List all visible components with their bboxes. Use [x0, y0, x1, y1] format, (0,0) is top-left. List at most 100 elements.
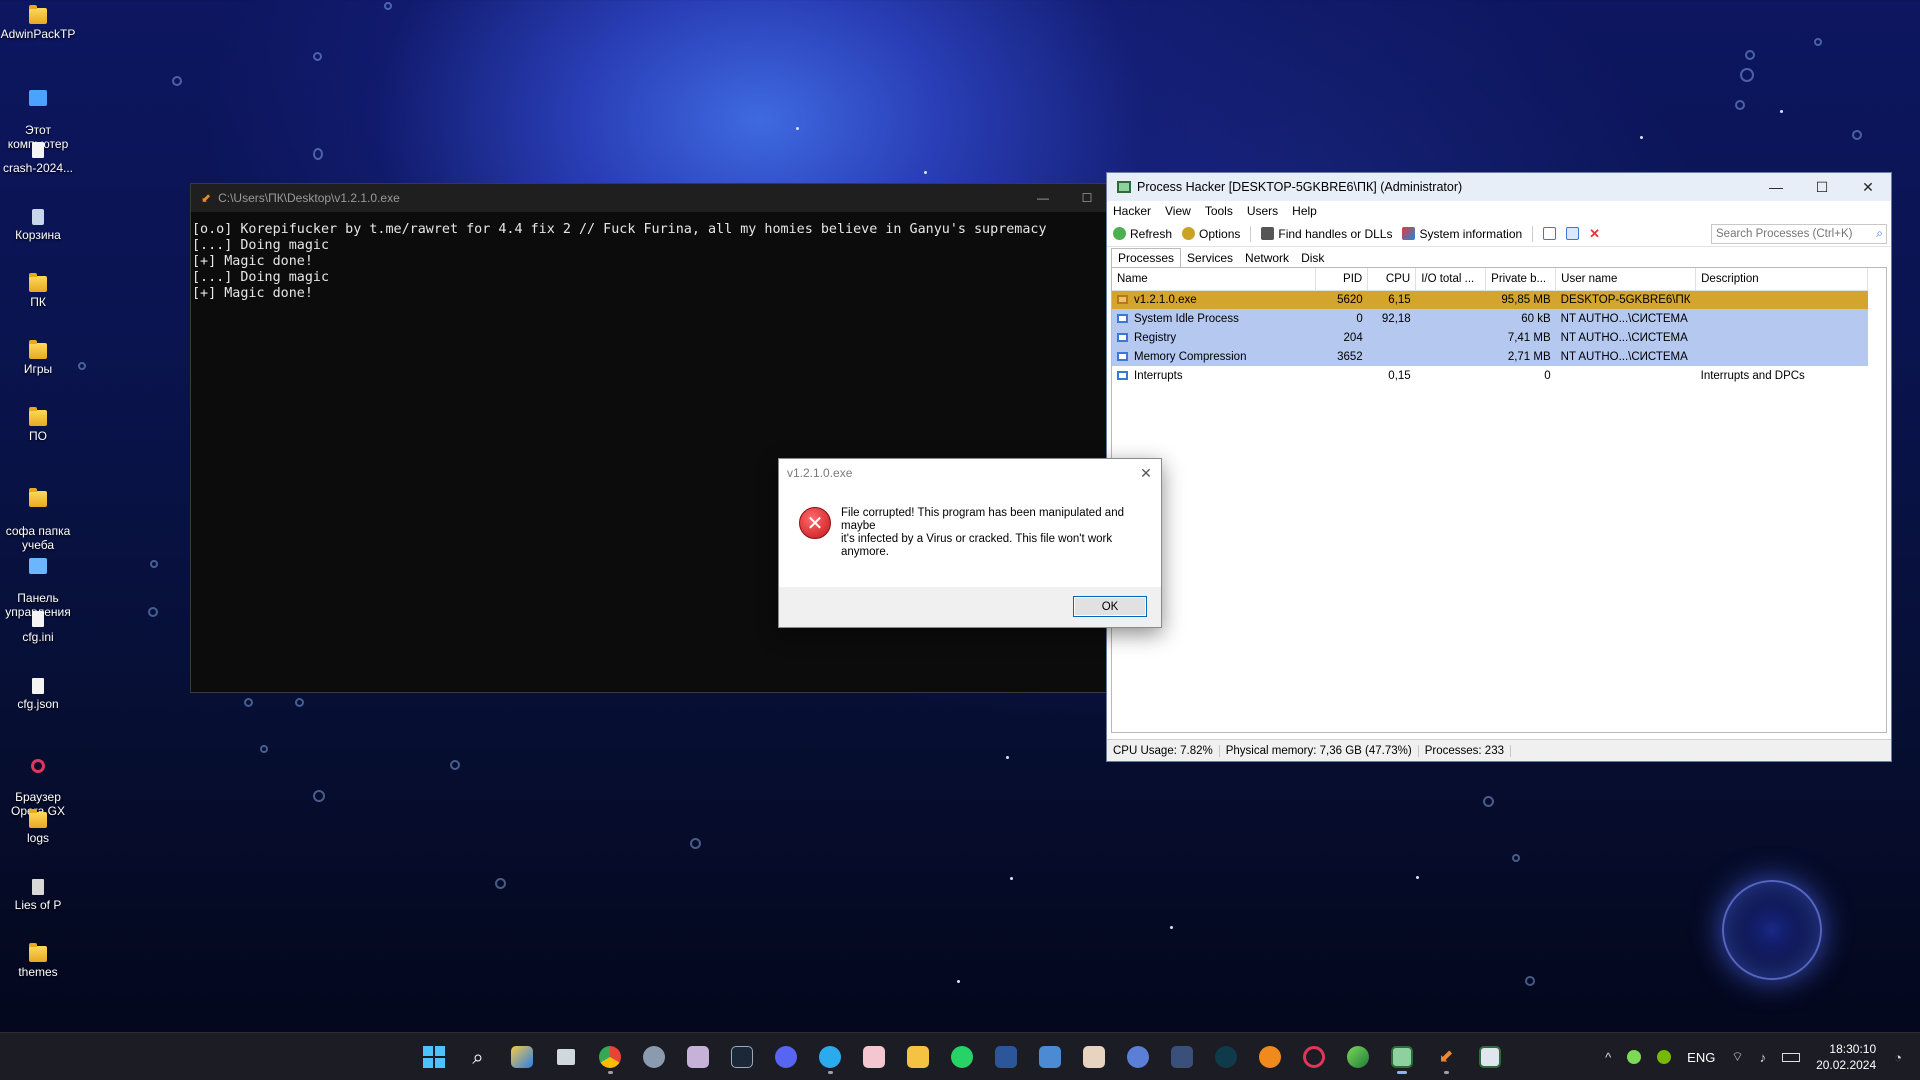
desktop-icon-themes[interactable]: themes — [0, 943, 76, 979]
search-box[interactable]: ⌕ — [1711, 223, 1887, 244]
tab-services[interactable]: Services — [1181, 249, 1239, 267]
desktop-icon-opera-gx[interactable]: Браузер Opera GX — [0, 745, 76, 818]
process-hacker-icon — [1117, 181, 1131, 193]
menu-view[interactable]: View — [1165, 204, 1191, 218]
app-icon — [863, 1046, 885, 1068]
desktop-icon-cfg-ini[interactable]: cfg.ini — [0, 611, 76, 644]
cell-cpu — [1367, 328, 1416, 347]
window-icon[interactable] — [1543, 227, 1557, 240]
process-hacker-window[interactable]: Process Hacker [DESKTOP-5GKBRE6\ПК] (Adm… — [1106, 172, 1892, 762]
language-indicator[interactable]: ENG — [1687, 1050, 1715, 1065]
minimize-button[interactable]: — — [1021, 191, 1065, 205]
taskbar-stats-app[interactable] — [1164, 1039, 1200, 1075]
column-io-total[interactable]: I/O total ... — [1415, 268, 1487, 291]
taskbar-green-app[interactable] — [1340, 1039, 1376, 1075]
options-button[interactable]: Options — [1182, 227, 1240, 241]
desktop-icon-lies-of-p[interactable]: Lies of P — [0, 879, 76, 912]
column-description[interactable]: Description — [1695, 268, 1868, 291]
refresh-button[interactable]: Refresh — [1113, 227, 1172, 241]
close-button[interactable]: ✕ — [1845, 179, 1891, 196]
taskbar-character-app[interactable] — [1076, 1039, 1112, 1075]
menu-tools[interactable]: Tools — [1205, 204, 1233, 218]
taskbar-discord[interactable] — [768, 1039, 804, 1075]
desktop-icon-games[interactable]: Игры — [0, 340, 76, 376]
taskbar-anime-app[interactable] — [856, 1039, 892, 1075]
terminate-icon[interactable]: ✕ — [1589, 227, 1602, 240]
taskbar-chrome[interactable] — [592, 1039, 628, 1075]
file-icon — [32, 678, 44, 694]
tab-processes[interactable]: Processes — [1111, 248, 1182, 267]
taskbar-opera-gx[interactable] — [1296, 1039, 1332, 1075]
taskbar-steam-like[interactable] — [724, 1039, 760, 1075]
desktop-icon-cfg-json[interactable]: cfg.json — [0, 678, 76, 711]
taskbar-widgets[interactable] — [504, 1039, 540, 1075]
clock[interactable]: 18:30:10 20.02.2024 — [1816, 1041, 1876, 1073]
desktop-icon-pk[interactable]: ПК — [0, 273, 76, 309]
taskbar-explorer[interactable] — [900, 1039, 936, 1075]
desktop-icon-recycle-bin[interactable]: Корзина — [0, 209, 76, 242]
minimize-button[interactable]: — — [1753, 179, 1799, 196]
taskbar-window-app[interactable] — [1472, 1039, 1508, 1075]
desktop-icon-po[interactable]: ПО — [0, 407, 76, 443]
console-titlebar[interactable]: ⬋ C:\Users\ПК\Desktop\v1.2.1.0.exe — ☐ — [191, 184, 1109, 212]
taskbar-task-view[interactable] — [548, 1039, 584, 1075]
desktop-icon-logs[interactable]: logs — [0, 809, 76, 845]
notification-bell-icon[interactable]: ◔ — [1894, 1050, 1902, 1065]
tab-network[interactable]: Network — [1239, 249, 1295, 267]
taskbar-orange-app[interactable] — [1252, 1039, 1288, 1075]
table-row[interactable]: System Idle Process 0 92,18 60 kB NT AUT… — [1112, 309, 1868, 328]
cell-io — [1416, 366, 1486, 385]
taskbar-dark-app[interactable] — [1208, 1039, 1244, 1075]
status-physical-memory: Physical memory: 7,36 GB (47.73%) — [1220, 744, 1419, 757]
start-button[interactable] — [416, 1039, 452, 1075]
column-cpu[interactable]: CPU — [1367, 268, 1417, 291]
tray-nvidia-icon[interactable] — [1657, 1050, 1672, 1064]
taskbar-game-launcher[interactable] — [680, 1039, 716, 1075]
desktop-icon-adwinpacktp[interactable]: AdwinPackTP — [0, 5, 76, 41]
desktop-icon-this-pc[interactable]: Этот компьютер — [0, 76, 76, 151]
maximize-button[interactable]: ☐ — [1799, 179, 1845, 196]
battery-icon[interactable] — [1782, 1052, 1801, 1062]
table-row[interactable]: Memory Compression 3652 2,71 MB NT AUTHO… — [1112, 347, 1868, 366]
wifi-icon[interactable]: ⌔ — [1731, 1049, 1743, 1065]
taskbar-console-app[interactable]: ⬋ — [1428, 1039, 1464, 1075]
search-button[interactable]: ⌕ — [460, 1039, 496, 1075]
close-button[interactable]: ✕ — [1131, 465, 1161, 482]
table-row[interactable]: v1.2.1.0.exe 5620 6,15 95,85 MB DESKTOP-… — [1112, 290, 1868, 309]
taskbar-process-hacker[interactable] — [1384, 1039, 1420, 1075]
taskbar-telegram[interactable] — [812, 1039, 848, 1075]
find-handles-button[interactable]: Find handles or DLLs — [1261, 227, 1392, 241]
maximize-button[interactable]: ☐ — [1065, 191, 1109, 205]
volume-icon[interactable]: ♪ — [1760, 1050, 1767, 1065]
taskbar-word[interactable] — [988, 1039, 1024, 1075]
taskbar-whatsapp[interactable] — [944, 1039, 980, 1075]
column-pid[interactable]: PID — [1315, 268, 1369, 291]
menu-help[interactable]: Help — [1292, 204, 1317, 218]
cell-private: 7,41 MB — [1485, 328, 1556, 347]
ok-button[interactable]: OK — [1073, 596, 1147, 617]
tray-app-icon[interactable] — [1627, 1050, 1642, 1064]
menu-hacker[interactable]: Hacker — [1113, 204, 1151, 218]
column-name[interactable]: Name — [1112, 268, 1317, 291]
taskbar-monitor-app[interactable] — [1032, 1039, 1068, 1075]
tab-disk[interactable]: Disk — [1295, 249, 1330, 267]
console-output: [o.o] Korepifucker by t.me/rawret for 4.… — [192, 222, 1047, 301]
desktop-icon-control-panel[interactable]: Панель управления — [0, 544, 76, 619]
desktop-icon-study-folder[interactable]: софа папка учеба — [0, 477, 76, 552]
table-row[interactable]: Interrupts 0,15 0 Interrupts and DPCs — [1112, 366, 1868, 385]
menu-users[interactable]: Users — [1247, 204, 1278, 218]
desktop-icon-crash-file[interactable]: crash-2024... — [0, 142, 76, 175]
dialog-titlebar[interactable]: v1.2.1.0.exe ✕ — [779, 459, 1161, 487]
taskbar-gb-app[interactable] — [1120, 1039, 1156, 1075]
column-private-bytes[interactable]: Private b... — [1485, 268, 1557, 291]
table-row[interactable]: Registry 204 7,41 MB NT AUTHO...\СИСТЕМА — [1112, 328, 1868, 347]
error-dialog[interactable]: v1.2.1.0.exe ✕ ✕ File corrupted! This pr… — [778, 458, 1162, 628]
search-input[interactable] — [1716, 227, 1866, 240]
find-window-icon[interactable] — [1566, 227, 1580, 240]
ph-titlebar[interactable]: Process Hacker [DESKTOP-5GKBRE6\ПК] (Adm… — [1107, 173, 1891, 201]
system-information-button[interactable]: System information — [1402, 227, 1522, 241]
column-user-name[interactable]: User name — [1555, 268, 1697, 291]
taskbar-settings[interactable] — [636, 1039, 672, 1075]
chevron-up-icon[interactable]: ^ — [1605, 1050, 1611, 1065]
process-list[interactable]: Name PID CPU I/O total ... Private b... … — [1111, 267, 1887, 733]
